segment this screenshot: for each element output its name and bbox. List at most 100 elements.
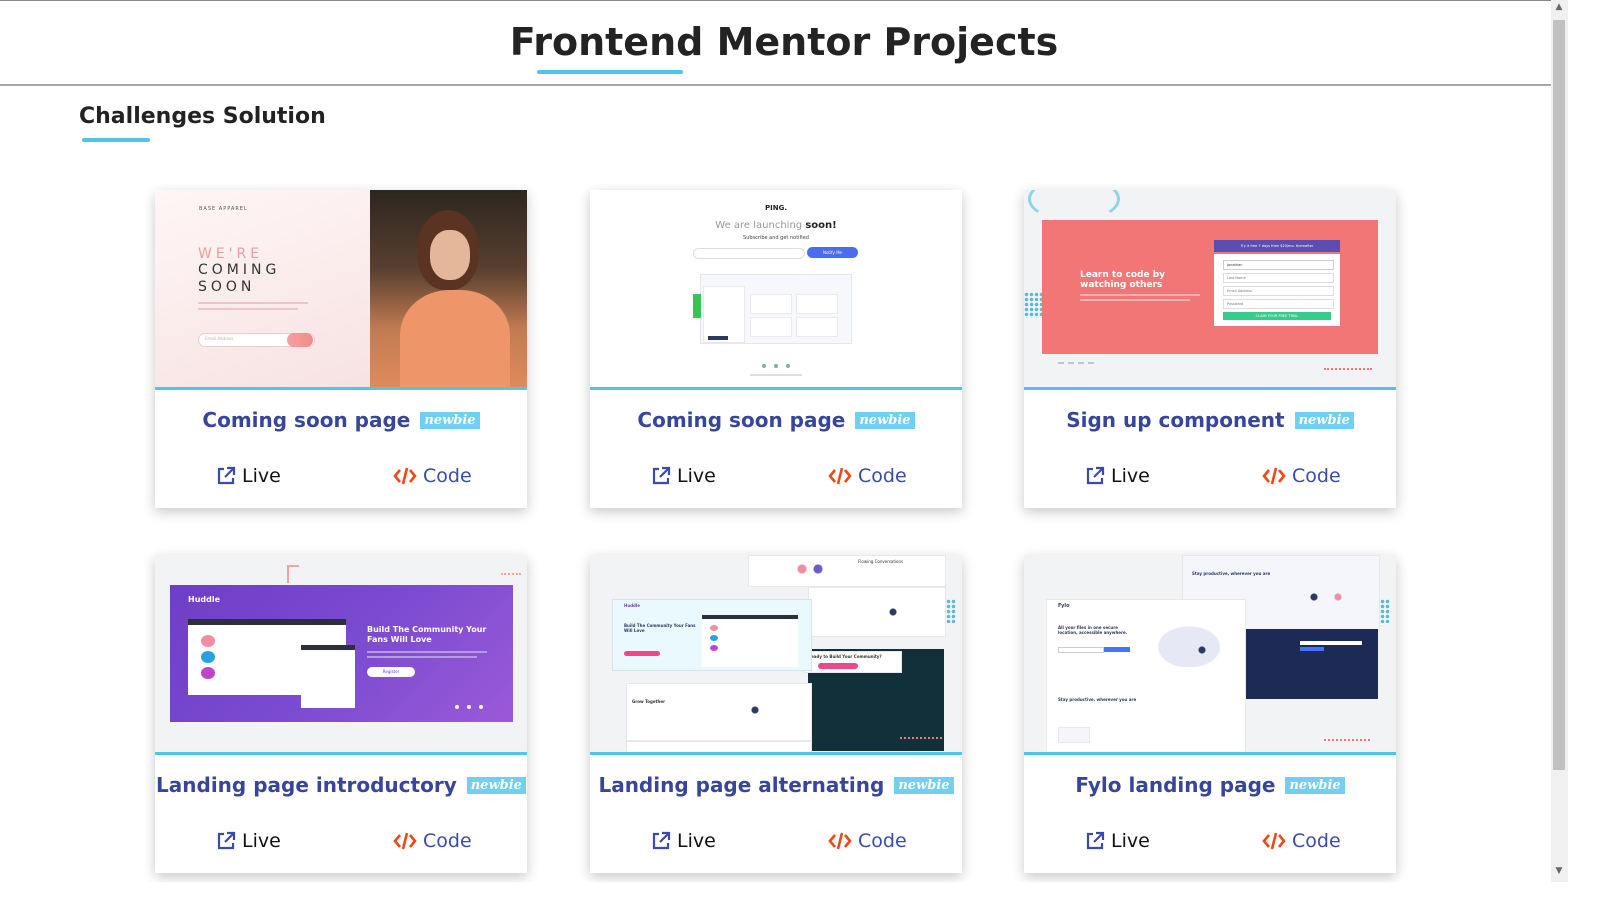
external-link-icon bbox=[216, 466, 236, 486]
card-title: Coming soon page bbox=[637, 408, 846, 432]
card-title: Landing page alternating bbox=[598, 773, 885, 797]
live-label: Live bbox=[677, 465, 716, 487]
thumb-button: CLAIM YOUR FREE TRIAL bbox=[1223, 312, 1331, 320]
thumb-headline: Build The Community Your Fans Will Love bbox=[624, 623, 696, 633]
thumb-headline: Learn to code by watching others bbox=[1080, 270, 1166, 290]
thumb-logo: Huddle bbox=[188, 595, 221, 604]
project-card: Flowing Conversations Ready to Build You… bbox=[590, 555, 962, 873]
code-label: Code bbox=[423, 830, 472, 852]
page-title: Frontend Mentor Projects bbox=[509, 20, 1059, 64]
thumb-logo: Fylo bbox=[1058, 603, 1070, 609]
thumb-line3: SOON bbox=[198, 279, 256, 295]
code-icon bbox=[828, 831, 852, 851]
code-link[interactable]: Code bbox=[1262, 830, 1341, 852]
project-card: Stay productive, wherever you are Fylo A… bbox=[1024, 555, 1396, 873]
code-icon bbox=[393, 466, 417, 486]
thumb-field1: Jonathan bbox=[1223, 260, 1334, 270]
external-link-icon bbox=[651, 831, 671, 851]
thumb-sub: Subscribe and get notified bbox=[743, 235, 809, 241]
live-label: Live bbox=[1111, 830, 1150, 852]
code-label: Code bbox=[1292, 830, 1341, 852]
code-label: Code bbox=[1292, 465, 1341, 487]
card-title-row: Fylo landing page newbie bbox=[1024, 773, 1396, 797]
card-title: Fylo landing page bbox=[1075, 773, 1276, 797]
thumb-sub: Stay productive, wherever you are bbox=[1192, 571, 1271, 576]
project-thumbnail[interactable]: Learn to code by watching others Try it … bbox=[1024, 190, 1396, 390]
code-link[interactable]: Code bbox=[828, 465, 907, 487]
thumb-field3: Email Address bbox=[1223, 286, 1334, 296]
project-card: BASE APPAREL WE'RE COMING SOON Email Add… bbox=[155, 190, 527, 508]
newbie-badge: newbie bbox=[466, 776, 526, 794]
card-title-row: Sign up component newbie bbox=[1024, 408, 1396, 432]
code-icon bbox=[393, 831, 417, 851]
card-title-row: Coming soon page newbie bbox=[155, 408, 527, 432]
card-title: Sign up component bbox=[1066, 408, 1285, 432]
scrollbar-thumb[interactable] bbox=[1553, 20, 1565, 770]
thumb-sub-repeat: Stay productive, wherever you are bbox=[1058, 697, 1137, 702]
live-link[interactable]: Live bbox=[216, 465, 281, 487]
card-title-row: Landing page alternating newbie bbox=[590, 773, 962, 797]
project-card: Huddle Build The Community Your Fans Wil… bbox=[155, 555, 527, 873]
thumb-headline-b: soon! bbox=[805, 220, 837, 231]
live-label: Live bbox=[242, 830, 281, 852]
thumb-field4: Password bbox=[1223, 299, 1334, 309]
thumb-button: Register bbox=[367, 667, 415, 677]
card-title-row: Coming soon page newbie bbox=[590, 408, 962, 432]
project-thumbnail[interactable]: Huddle Build The Community Your Fans Wil… bbox=[155, 555, 527, 755]
newbie-badge: newbie bbox=[894, 776, 954, 794]
section-title: Challenges Solution bbox=[79, 104, 326, 129]
project-thumbnail[interactable]: Stay productive, wherever you are Fylo A… bbox=[1024, 555, 1396, 755]
live-link[interactable]: Live bbox=[1085, 830, 1150, 852]
thumb-input-placeholder: Email Address bbox=[205, 336, 234, 341]
project-card: PING. We are launching soon! Subscribe a… bbox=[590, 190, 962, 508]
code-link[interactable]: Code bbox=[828, 830, 907, 852]
bottom-strip bbox=[0, 882, 1600, 900]
live-link[interactable]: Live bbox=[1085, 465, 1150, 487]
project-thumbnail[interactable]: BASE APPAREL WE'RE COMING SOON Email Add… bbox=[155, 190, 527, 390]
card-title: Landing page introductory bbox=[156, 773, 457, 797]
thumb-logo: BASE APPAREL bbox=[199, 206, 248, 212]
section-underline bbox=[82, 138, 150, 142]
thumb-card-b: Grow Together bbox=[632, 699, 666, 704]
card-title: Coming soon page bbox=[202, 408, 411, 432]
live-label: Live bbox=[242, 465, 281, 487]
code-link[interactable]: Code bbox=[393, 830, 472, 852]
thumb-headline: All your files in one secure location, a… bbox=[1058, 625, 1128, 635]
external-link-icon bbox=[1085, 831, 1105, 851]
title-underline bbox=[537, 70, 683, 74]
code-label: Code bbox=[858, 465, 907, 487]
code-link[interactable]: Code bbox=[393, 465, 472, 487]
code-icon bbox=[828, 466, 852, 486]
thumb-button: Notify Me bbox=[807, 247, 858, 258]
code-link[interactable]: Code bbox=[1262, 465, 1341, 487]
thumb-cta: Ready to Build Your Community? bbox=[808, 654, 882, 659]
thumb-logo: PING. bbox=[765, 204, 787, 212]
external-link-icon bbox=[651, 466, 671, 486]
external-link-icon bbox=[1085, 466, 1105, 486]
code-icon bbox=[1262, 831, 1286, 851]
live-link[interactable]: Live bbox=[651, 465, 716, 487]
thumb-line1: WE'RE bbox=[198, 246, 264, 262]
thumb-line2: COMING bbox=[198, 262, 281, 278]
scroll-down-arrow-icon[interactable]: ▼ bbox=[1553, 866, 1565, 880]
newbie-badge: newbie bbox=[1294, 411, 1354, 429]
site-header: Frontend Mentor Projects bbox=[0, 0, 1568, 86]
thumb-headline: Build The Community Your Fans Will Love bbox=[367, 625, 487, 644]
live-label: Live bbox=[677, 830, 716, 852]
external-link-icon bbox=[216, 831, 236, 851]
card-title-row: Landing page introductory newbie bbox=[155, 773, 527, 797]
thumb-logo: Huddle bbox=[624, 603, 641, 608]
thumb-field2: Last Name bbox=[1223, 273, 1334, 283]
code-label: Code bbox=[858, 830, 907, 852]
newbie-badge: newbie bbox=[855, 411, 915, 429]
project-thumbnail[interactable]: Flowing Conversations Ready to Build You… bbox=[590, 555, 962, 755]
live-label: Live bbox=[1111, 465, 1150, 487]
live-link[interactable]: Live bbox=[216, 830, 281, 852]
thumb-banner: Try it free 7 days then $20/mo. thereaft… bbox=[1214, 240, 1340, 252]
newbie-badge: newbie bbox=[420, 411, 480, 429]
project-card: Learn to code by watching others Try it … bbox=[1024, 190, 1396, 508]
project-thumbnail[interactable]: PING. We are launching soon! Subscribe a… bbox=[590, 190, 962, 390]
live-link[interactable]: Live bbox=[651, 830, 716, 852]
code-icon bbox=[1262, 466, 1286, 486]
scroll-up-arrow-icon[interactable]: ▲ bbox=[1553, 2, 1565, 16]
